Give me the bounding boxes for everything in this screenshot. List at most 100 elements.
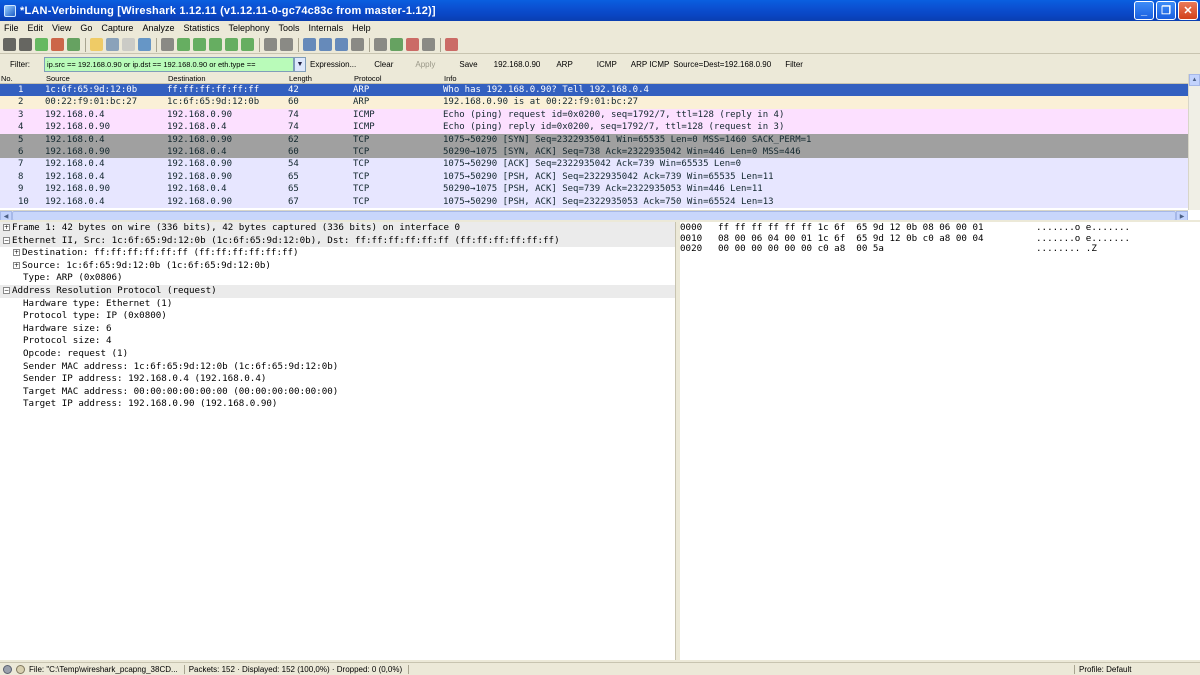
packet-details-pane[interactable]: + Frame 1: 42 bytes on wire (336 bits), 4…: [0, 222, 676, 660]
expand-icon[interactable]: +: [13, 249, 20, 257]
menu-file[interactable]: File: [4, 23, 19, 33]
menu-go[interactable]: Go: [80, 23, 92, 33]
wireshark-app-icon[interactable]: [4, 4, 16, 17]
packet-list-horizontal-scrollbar[interactable]: ◀ ▶: [0, 210, 1188, 220]
filter-shortcut-arp[interactable]: ARP: [556, 60, 572, 69]
scroll-left-icon[interactable]: ◀: [0, 211, 12, 220]
packet-row[interactable]: 2 00:22:f9:01:bc:27 1c:6f:65:9d:12:0b 60 ARP…: [0, 96, 1200, 109]
column-header-no[interactable]: No.: [0, 74, 45, 83]
menu-view[interactable]: View: [52, 23, 71, 33]
clear-button[interactable]: Clear: [374, 60, 393, 69]
detail-tree-item[interactable]: + Source: 1c:6f:65:9d:12:0b (1c:6f:65:9d:…: [0, 260, 675, 273]
filter-shortcut-source-dest[interactable]: Source=Dest=192.168.0.90: [673, 60, 771, 69]
collapse-icon[interactable]: −: [3, 286, 10, 294]
detail-tree-item[interactable]: Hardware type: Ethernet (1): [0, 298, 675, 311]
display-filters-icon[interactable]: [390, 38, 403, 51]
zoom-out-icon[interactable]: [319, 38, 332, 51]
close-button[interactable]: ✕: [1178, 1, 1198, 20]
find-packet-icon[interactable]: [161, 38, 174, 51]
menu-help[interactable]: Help: [352, 23, 371, 33]
packet-row[interactable]: 5 192.168.0.4 192.168.0.90 62 TCP 1075→50290 …: [0, 133, 1200, 146]
interface-list-icon[interactable]: [3, 38, 16, 51]
last-packet-icon[interactable]: [241, 38, 254, 51]
minimize-button[interactable]: _: [1134, 1, 1154, 20]
filter-history-dropdown[interactable]: ▼: [294, 56, 306, 72]
restart-capture-icon[interactable]: [67, 38, 80, 51]
detail-tree-item[interactable]: Sender IP address: 192.168.0.4 (192.168.…: [0, 373, 675, 386]
expert-info-icon[interactable]: [3, 664, 12, 674]
detail-tree-item[interactable]: − Ethernet II, Src: 1c:6f:65:9d:12:0b (1c…: [0, 234, 675, 248]
scroll-up-icon[interactable]: ▲: [1189, 74, 1200, 86]
auto-scroll-icon[interactable]: [280, 38, 293, 51]
expression-button[interactable]: Expression...: [310, 60, 356, 69]
display-filter-input[interactable]: ip.src == 192.168.0.90 or ip.dst == 192.…: [44, 56, 294, 72]
status-profile[interactable]: Profile: Default: [1074, 664, 1131, 674]
detail-tree-item[interactable]: Sender MAC address: 1c:6f:65:9d:12:0b (1…: [0, 361, 675, 374]
capture-filters-icon[interactable]: [374, 38, 387, 51]
menu-analyze[interactable]: Analyze: [142, 23, 174, 33]
save-file-icon[interactable]: [106, 38, 119, 51]
menu-tools[interactable]: Tools: [279, 23, 300, 33]
filter-shortcut-icmp[interactable]: ICMP: [597, 60, 617, 69]
detail-tree-item[interactable]: Hardware size: 6: [0, 323, 675, 336]
horizontal-scroll-thumb[interactable]: [12, 211, 1176, 220]
help-icon[interactable]: [445, 38, 458, 51]
save-filter-button[interactable]: Save: [459, 60, 477, 69]
column-header-length[interactable]: Length: [288, 74, 353, 83]
filter-shortcut-filter[interactable]: Filter: [785, 60, 803, 69]
packet-row[interactable]: 6 192.168.0.90 192.168.0.4 60 TCP 50290→1075 …: [0, 145, 1200, 159]
packet-list-vertical-scrollbar[interactable]: ▲: [1188, 74, 1200, 210]
column-header-destination[interactable]: Destination: [167, 74, 288, 83]
column-header-protocol[interactable]: Protocol: [353, 74, 443, 83]
column-header-info[interactable]: Info: [443, 74, 1183, 83]
go-back-icon[interactable]: [177, 38, 190, 51]
first-packet-icon[interactable]: [225, 38, 238, 51]
apply-button[interactable]: Apply: [415, 60, 435, 69]
packet-row[interactable]: 1 1c:6f:65:9d:12:0b ff:ff:ff:ff:ff:ff 42 ARP…: [0, 84, 1200, 97]
detail-tree-item[interactable]: Target IP address: 192.168.0.90 (192.168…: [0, 398, 675, 411]
preferences-icon[interactable]: [422, 38, 435, 51]
zoom-in-icon[interactable]: [303, 38, 316, 51]
maximize-button[interactable]: ❐: [1156, 1, 1176, 20]
hex-dump-row[interactable]: 0000 ff ff ff ff ff ff 1c 6f 65 9d 12 0b …: [680, 222, 1200, 234]
menu-capture[interactable]: Capture: [101, 23, 133, 33]
packet-row[interactable]: 8 192.168.0.4 192.168.0.90 65 TCP 1075→50290 …: [0, 170, 1200, 184]
expand-icon[interactable]: +: [13, 261, 20, 269]
resize-columns-icon[interactable]: [351, 38, 364, 51]
open-file-icon[interactable]: [90, 38, 103, 51]
menu-telephony[interactable]: Telephony: [228, 23, 269, 33]
detail-tree-item[interactable]: + Destination: ff:ff:ff:ff:ff:ff (ff:ff:f…: [0, 247, 675, 260]
packet-row[interactable]: 9 192.168.0.90 192.168.0.4 65 TCP 50290→1075 …: [0, 183, 1200, 196]
stop-capture-icon[interactable]: [51, 38, 64, 51]
detail-tree-item[interactable]: Protocol size: 4: [0, 335, 675, 348]
zoom-normal-icon[interactable]: [335, 38, 348, 51]
hex-dump-row[interactable]: 0020 00 00 00 00 00 00 c0 a8 00 5a.......…: [680, 243, 1200, 255]
collapse-icon[interactable]: −: [3, 236, 10, 244]
go-to-packet-icon[interactable]: [209, 38, 222, 51]
title-bar[interactable]: *LAN-Verbindung [Wireshark 1.12.11 (v1.1…: [0, 0, 1200, 21]
column-header-source[interactable]: Source: [45, 74, 167, 83]
packet-row[interactable]: 7 192.168.0.4 192.168.0.90 54 TCP 1075→50290 …: [0, 158, 1200, 171]
menu-internals[interactable]: Internals: [309, 23, 344, 33]
detail-tree-item[interactable]: Protocol type: IP (0x0800): [0, 310, 675, 323]
detail-tree-item[interactable]: Target MAC address: 00:00:00:00:00:00 (0…: [0, 386, 675, 399]
close-file-icon[interactable]: [122, 38, 135, 51]
packet-list-pane[interactable]: No. Source Destination Length Protocol I…: [0, 74, 1200, 220]
scroll-right-icon[interactable]: ▶: [1176, 211, 1188, 220]
menu-statistics[interactable]: Statistics: [183, 23, 219, 33]
packet-row[interactable]: 4 192.168.0.90 192.168.0.4 74 ICMP Echo (ping…: [0, 121, 1200, 134]
capture-options-icon[interactable]: [19, 38, 32, 51]
start-capture-icon[interactable]: [35, 38, 48, 51]
reload-icon[interactable]: [138, 38, 151, 51]
packet-bytes-pane[interactable]: 0000 ff ff ff ff ff ff 1c 6f 65 9d 12 0b …: [680, 222, 1200, 660]
packet-row[interactable]: 3 192.168.0.4 192.168.0.90 74 ICMP Echo (ping…: [0, 108, 1200, 122]
expand-icon[interactable]: +: [3, 224, 10, 231]
capture-comments-icon[interactable]: [16, 664, 25, 674]
detail-tree-item[interactable]: Opcode: request (1): [0, 348, 675, 361]
colorize-icon[interactable]: [264, 38, 277, 51]
filter-shortcut-ip[interactable]: 192.168.0.90: [494, 60, 541, 69]
detail-tree-item[interactable]: Type: ARP (0x0806): [0, 272, 675, 285]
detail-tree-item[interactable]: + Frame 1: 42 bytes on wire (336 bits), 4…: [0, 222, 675, 235]
coloring-rules-icon[interactable]: [406, 38, 419, 51]
filter-shortcut-arp-icmp[interactable]: ARP ICMP: [631, 60, 670, 69]
